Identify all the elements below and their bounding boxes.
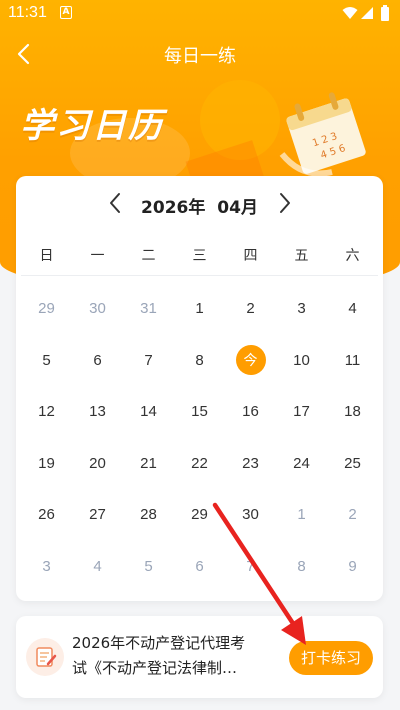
calendar-day[interactable]: 10 — [276, 335, 327, 387]
calendar-week-row: 5 6 7 8 今 10 11 — [21, 335, 378, 387]
task-title-line1: 2026年不动产登记代理考 — [72, 634, 246, 652]
calendar-day-other-month[interactable]: 5 — [123, 541, 174, 593]
calendar-day[interactable]: 7 — [123, 335, 174, 387]
calendar-day[interactable]: 25 — [327, 438, 378, 490]
calendar-day[interactable]: 27 — [72, 489, 123, 541]
calendar-day[interactable]: 30 — [225, 489, 276, 541]
banner-title: 学习日历 — [20, 106, 164, 146]
calendar-day[interactable]: 26 — [21, 489, 72, 541]
calendar-day-other-month[interactable]: 29 — [21, 283, 72, 335]
practice-task-card[interactable]: 2026年不动产登记代理考 试《不动产登记法律制… 打卡练习 — [16, 616, 383, 698]
calendar-day-other-month[interactable]: 9 — [327, 541, 378, 593]
calendar-day-other-month[interactable]: 3 — [21, 541, 72, 593]
exam-thumbnail-icon — [26, 638, 64, 676]
calendar-day[interactable]: 8 — [174, 335, 225, 387]
check-in-practice-button[interactable]: 打卡练习 — [289, 641, 373, 675]
calendar-day[interactable]: 22 — [174, 438, 225, 490]
calendar-day[interactable]: 11 — [327, 335, 378, 387]
calendar-day[interactable]: 3 — [276, 283, 327, 335]
calendar-day[interactable]: 23 — [225, 438, 276, 490]
weekday-label: 日 — [39, 248, 54, 264]
status-time: 11:31 — [8, 4, 47, 21]
calendar-day[interactable]: 5 — [21, 335, 72, 387]
status-bar: 11:31 A — [0, 0, 400, 28]
calendar-day[interactable]: 19 — [21, 438, 72, 490]
calendar-day[interactable]: 1 — [174, 283, 225, 335]
chevron-right-icon[interactable] — [272, 191, 296, 215]
today-marker[interactable]: 今 — [235, 345, 266, 376]
calendar-day[interactable]: 17 — [276, 386, 327, 438]
calendar-day[interactable]: 28 — [123, 489, 174, 541]
weekday-label: 四 — [243, 248, 258, 264]
page-title: 每日一练 — [164, 46, 236, 67]
weekday-label: 五 — [294, 248, 309, 264]
calendar-day-other-month[interactable]: 7 — [225, 541, 276, 593]
calendar-day[interactable]: 2 — [225, 283, 276, 335]
calendar-card: 2026年 04月 日 一 二 三 四 五 六 29 30 31 1 2 3 4 5 6 7 8 今 1… — [16, 176, 383, 601]
calendar-day-other-month[interactable]: 30 — [72, 283, 123, 335]
calendar-day-other-month[interactable]: 4 — [72, 541, 123, 593]
task-title: 2026年不动产登记代理考 试《不动产登记法律制… — [72, 631, 282, 681]
calendar-day[interactable]: 20 — [72, 438, 123, 490]
calendar-day[interactable]: 29 — [174, 489, 225, 541]
calendar-illustration: 1 2 3 4 5 6 — [279, 92, 366, 177]
wifi-icon — [342, 7, 358, 19]
calendar-week-row: 26 27 28 29 30 1 2 — [21, 489, 378, 541]
calendar-day-other-month[interactable]: 2 — [327, 489, 378, 541]
calendar-day[interactable]: 12 — [21, 386, 72, 438]
calendar-day[interactable]: 13 — [72, 386, 123, 438]
calendar-day[interactable]: 6 — [72, 335, 123, 387]
signal-icon — [361, 7, 373, 19]
weekday-header: 日 一 二 三 四 五 六 — [21, 236, 378, 276]
year-label: 2026年 — [141, 198, 206, 218]
notification-a-icon: A — [60, 6, 72, 19]
calendar-day-other-month[interactable]: 1 — [276, 489, 327, 541]
nav-bar: 每日一练 — [0, 28, 400, 80]
calendar-day[interactable]: 24 — [276, 438, 327, 490]
calendar-day[interactable]: 15 — [174, 386, 225, 438]
calendar-day[interactable]: 16 — [225, 386, 276, 438]
calendar-day-today[interactable]: 今 — [225, 335, 276, 387]
calendar-day-other-month[interactable]: 8 — [276, 541, 327, 593]
task-title-line2: 试《不动产登记法律制… — [72, 659, 238, 677]
month-navigator: 2026年 04月 — [16, 176, 383, 230]
calendar-grid: 29 30 31 1 2 3 4 5 6 7 8 今 10 11 12 13 14 15 16 17 18 19 20 21 2… — [21, 283, 378, 592]
calendar-day[interactable]: 18 — [327, 386, 378, 438]
calendar-week-row: 29 30 31 1 2 3 4 — [21, 283, 378, 335]
calendar-week-row: 12 13 14 15 16 17 18 — [21, 386, 378, 438]
month-label: 2026年 04月 — [16, 193, 383, 218]
calendar-week-row: 3456789 — [21, 541, 378, 593]
weekday-label: 一 — [90, 248, 105, 264]
calendar-day[interactable]: 14 — [123, 386, 174, 438]
weekday-label: 二 — [141, 248, 156, 264]
calendar-day-other-month[interactable]: 31 — [123, 283, 174, 335]
battery-icon — [381, 5, 389, 21]
month-value: 04月 — [217, 198, 258, 218]
calendar-day[interactable]: 4 — [327, 283, 378, 335]
calendar-week-row: 19 20 21 22 23 24 25 — [21, 438, 378, 490]
weekday-label: 三 — [192, 248, 207, 264]
calendar-day-other-month[interactable]: 6 — [174, 541, 225, 593]
calendar-day[interactable]: 21 — [123, 438, 174, 490]
weekday-label: 六 — [345, 248, 360, 264]
